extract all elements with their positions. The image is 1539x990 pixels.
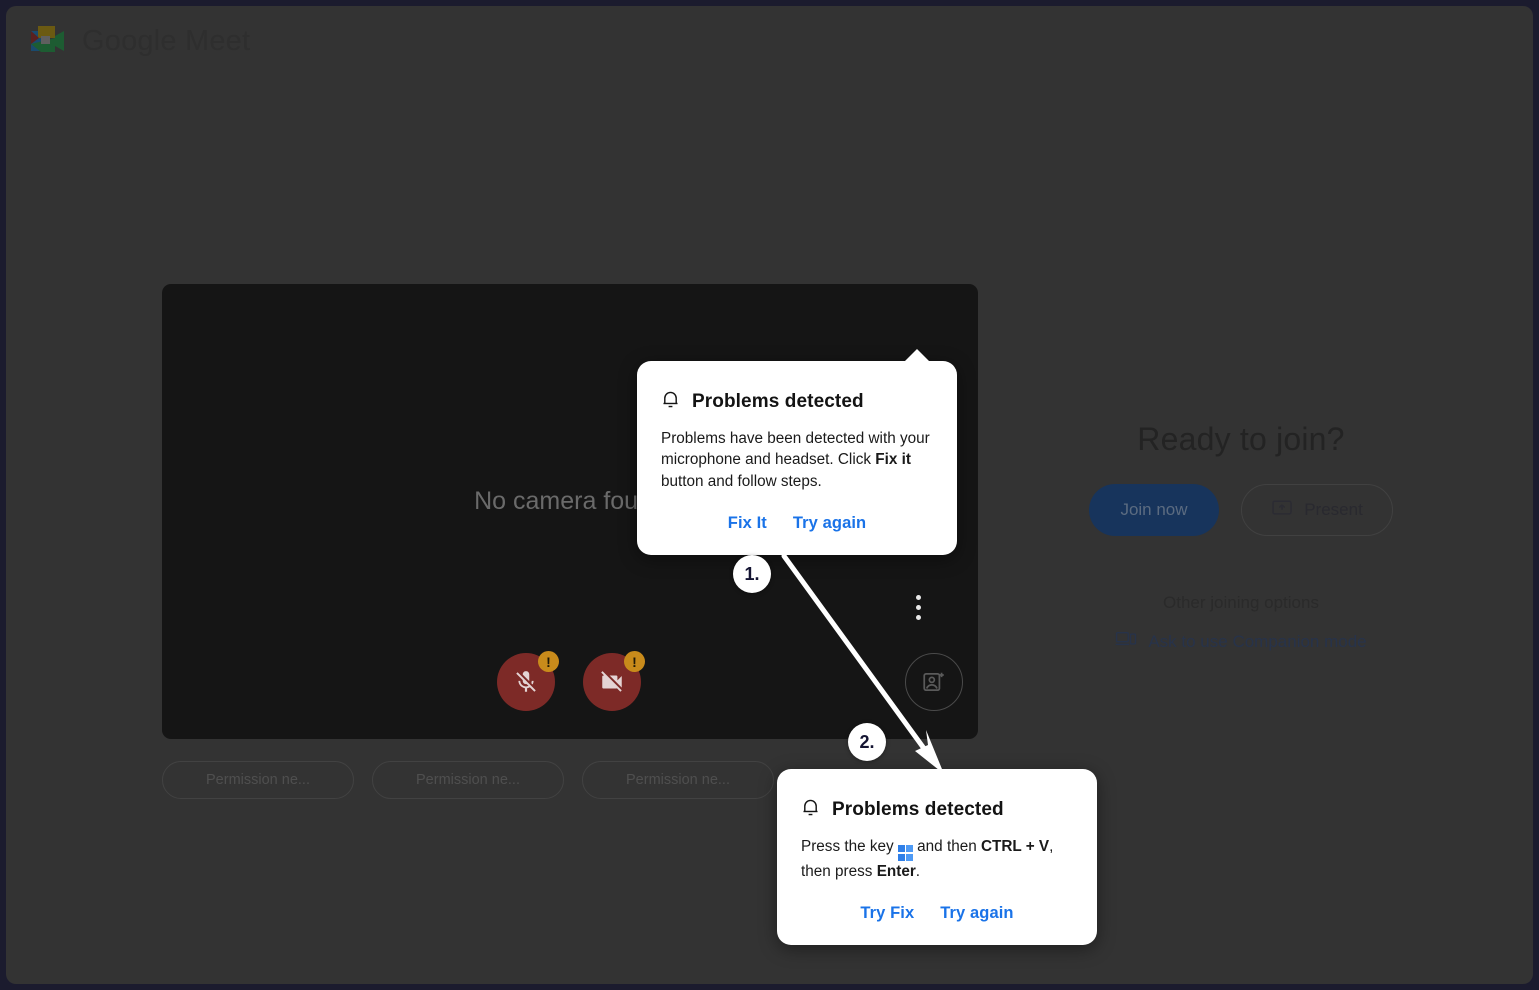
step-badge-1: 1. <box>733 555 771 593</box>
join-buttons-row: Join now Present <box>1026 484 1456 536</box>
dialog-header: Problems detected <box>801 797 1073 823</box>
dialog-body-bold: Fix it <box>875 451 911 468</box>
other-joining-options-label: Other joining options <box>1026 593 1456 613</box>
dialog-body-enter-key: Enter <box>877 863 916 880</box>
dialog-actions: Fix It Try again <box>661 514 933 533</box>
permission-chip[interactable]: Permission ne... <box>372 761 564 799</box>
bell-icon <box>801 797 820 823</box>
join-panel: Ready to join? Join now Present Other jo… <box>1026 421 1456 653</box>
microphone-toggle-button[interactable]: ! <box>497 653 555 711</box>
dialog-body-shortcut: CTRL + V <box>981 838 1049 855</box>
try-again-button[interactable]: Try again <box>793 514 866 533</box>
present-screen-icon <box>1271 499 1293 522</box>
dialog-body-suffix: . <box>916 863 920 880</box>
google-meet-prejoin-screen: Google Meet No camera found ! <box>6 6 1533 984</box>
google-meet-logo-icon <box>28 24 66 58</box>
dialog-body-prefix: Press the key <box>801 838 894 855</box>
more-vertical-icon[interactable] <box>900 584 936 630</box>
brand-title: Google Meet <box>82 25 250 58</box>
dialog-title: Problems detected <box>692 391 864 413</box>
problems-detected-dialog-1: Problems detected Problems have been det… <box>637 361 957 555</box>
camera-warning-badge: ! <box>624 651 645 672</box>
dialog-body: Problems have been detected with your mi… <box>661 428 933 492</box>
dialog-body-middle: and then <box>917 838 981 855</box>
step-badge-2: 2. <box>848 723 886 761</box>
windows-key-icon <box>898 845 914 861</box>
permission-chip[interactable]: Permission ne... <box>162 761 354 799</box>
present-button[interactable]: Present <box>1241 484 1393 536</box>
preview-controls-row: ! ! <box>162 639 978 729</box>
problems-detected-dialog-2: Problems detected Press the keyand then … <box>777 769 1097 945</box>
present-button-label: Present <box>1304 500 1363 520</box>
permission-chip[interactable]: Permission ne... <box>582 761 774 799</box>
try-again-button[interactable]: Try again <box>940 904 1013 923</box>
companion-mode-label: Ask to use Companion mode <box>1148 632 1366 652</box>
dialog-body: Press the keyand then CTRL + V, then pre… <box>801 836 1073 882</box>
bell-icon <box>661 389 680 415</box>
page-title: Ready to join? <box>1026 421 1456 458</box>
permission-chips-row: Permission ne... Permission ne... Permis… <box>162 761 774 799</box>
fix-it-button[interactable]: Fix It <box>728 514 767 533</box>
dialog-actions: Try Fix Try again <box>801 904 1073 923</box>
try-fix-button[interactable]: Try Fix <box>860 904 914 923</box>
dialog-title: Problems detected <box>832 799 1004 821</box>
dialog-pointer-arrow <box>904 349 930 362</box>
microphone-warning-badge: ! <box>538 651 559 672</box>
companion-mode-link[interactable]: Ask to use Companion mode <box>1026 630 1456 653</box>
dialog-body-text-tail: button and follow steps. <box>661 473 822 490</box>
screenshot-frame: Google Meet No camera found ! <box>0 0 1539 990</box>
join-now-button[interactable]: Join now <box>1089 484 1219 536</box>
visual-effects-icon[interactable] <box>905 653 963 711</box>
dialog-header: Problems detected <box>661 389 933 415</box>
companion-mode-icon <box>1115 630 1137 653</box>
app-header: Google Meet <box>28 24 250 58</box>
camera-toggle-button[interactable]: ! <box>583 653 641 711</box>
